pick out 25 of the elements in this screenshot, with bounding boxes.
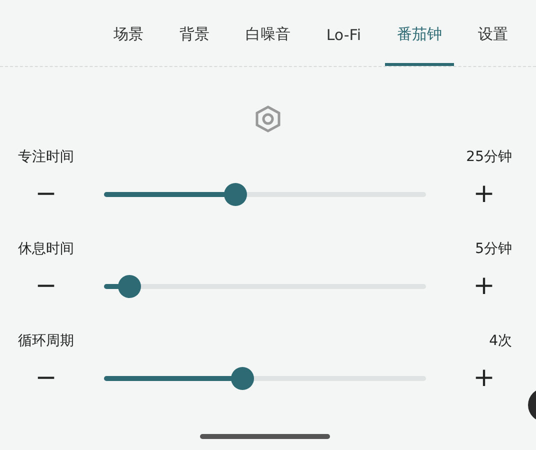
hexagon-nut-icon: [255, 105, 281, 133]
plus-button[interactable]: +: [456, 179, 512, 209]
slider-track[interactable]: [104, 192, 426, 196]
setting-label: 循环周期: [18, 332, 74, 350]
slider-track[interactable]: [104, 376, 426, 380]
tab[interactable]: 场景: [101, 0, 156, 66]
tab[interactable]: Lo-Fi: [314, 0, 373, 66]
tab[interactable]: 背景: [167, 0, 222, 66]
minus-button[interactable]: −: [18, 179, 74, 209]
setting-label: 专注时间: [18, 148, 74, 166]
minus-button[interactable]: −: [18, 363, 74, 393]
setting-value: 4次: [489, 332, 512, 350]
minus-button[interactable]: −: [18, 271, 74, 301]
setting-label: 休息时间: [18, 240, 74, 258]
slider-thumb[interactable]: [231, 366, 254, 390]
plus-button[interactable]: +: [456, 363, 512, 393]
slider-thumb[interactable]: [224, 182, 248, 206]
tab[interactable]: 设置: [466, 0, 520, 66]
setting-value: 5分钟: [475, 240, 512, 258]
tab[interactable]: 白噪音: [233, 0, 302, 66]
setting-value: 25分钟: [466, 148, 512, 166]
slider-thumb[interactable]: [118, 274, 141, 298]
tab[interactable]: 番茄钟: [385, 0, 454, 66]
plus-button[interactable]: +: [456, 271, 512, 301]
slider-track[interactable]: [104, 284, 426, 288]
